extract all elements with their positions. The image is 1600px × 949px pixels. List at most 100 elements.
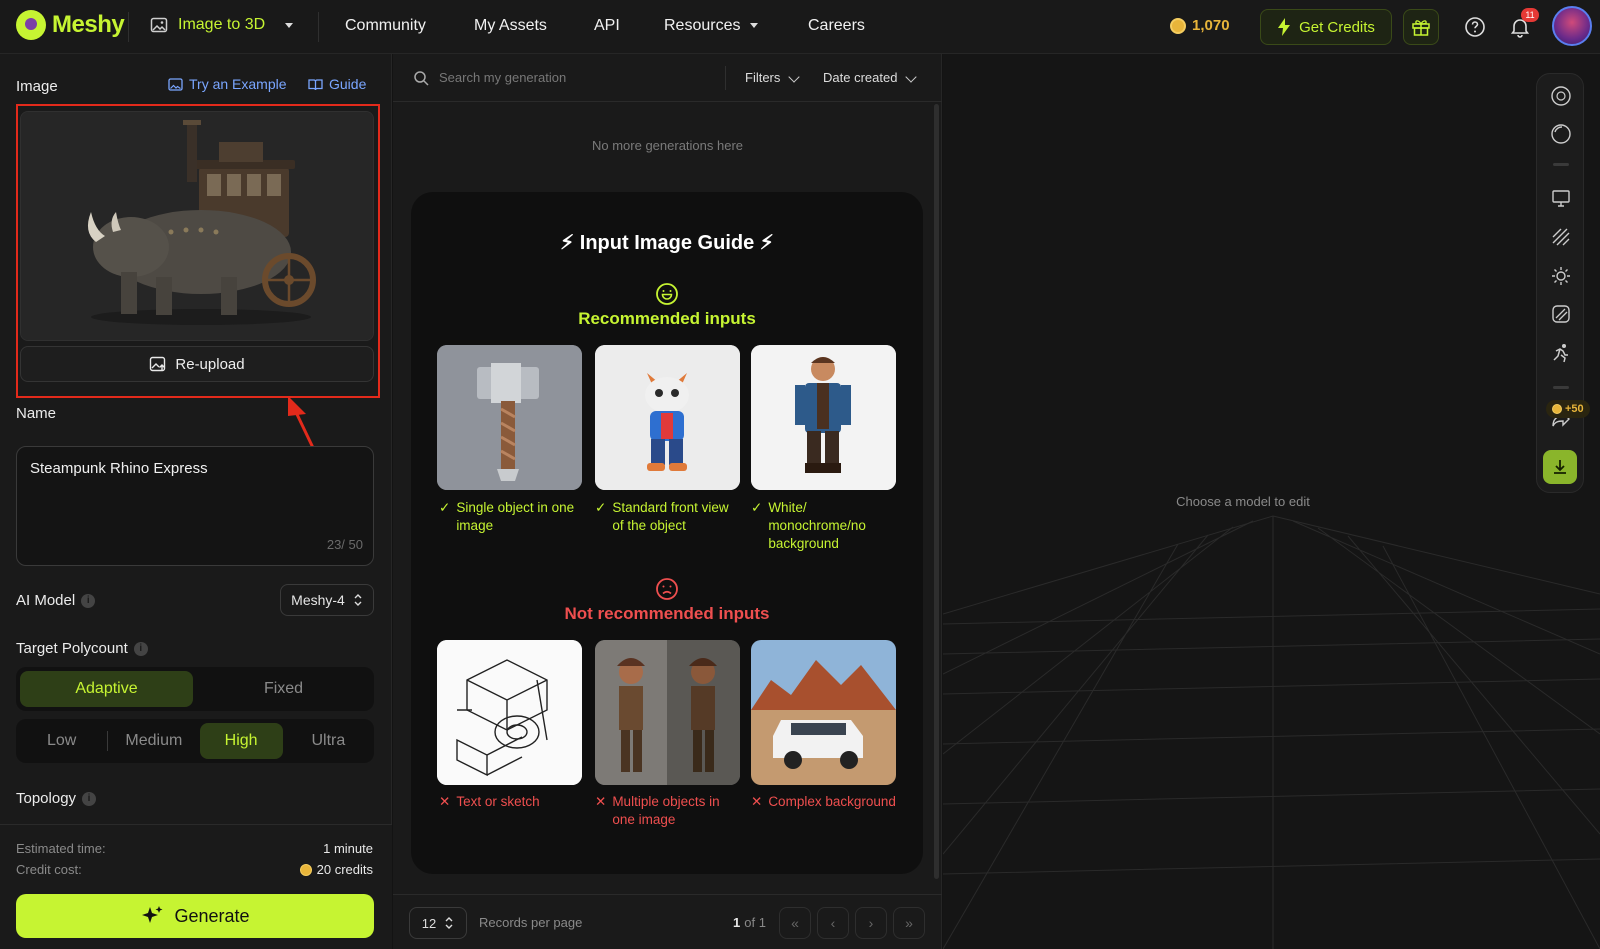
nav-my-assets[interactable]: My Assets (474, 17, 547, 35)
top-navigation-bar: Meshy Image to 3D Community My Assets AP… (0, 0, 1600, 54)
first-page-button[interactable]: « (779, 907, 811, 939)
material-button[interactable] (1549, 302, 1573, 326)
get-credits-button[interactable]: Get Credits (1260, 9, 1392, 45)
estimated-time-label: Estimated time: (16, 841, 106, 856)
brand-logo[interactable]: Meshy (16, 10, 125, 40)
not-recommended-caption-3: ✕ Complex background (751, 793, 896, 811)
nav-resources[interactable]: Resources (664, 17, 759, 35)
name-textarea[interactable]: Steampunk Rhino Express 23/ 50 (16, 446, 374, 566)
guide-title-text: Input Image Guide (579, 232, 755, 254)
example-cat-character-image (595, 345, 740, 490)
help-button[interactable] (1463, 15, 1487, 39)
last-page-button[interactable]: » (893, 907, 925, 939)
hammer-illustration (437, 345, 582, 490)
nav-divider (128, 12, 129, 42)
check-icon: ✓ (595, 500, 607, 515)
try-example-link[interactable]: Try an Example (168, 76, 287, 92)
book-icon (308, 78, 323, 90)
guide-link[interactable]: Guide (308, 76, 366, 92)
previous-page-button[interactable]: ‹ (817, 907, 849, 939)
sad-face-icon (656, 578, 678, 600)
multiple-figures-illustration (595, 640, 740, 785)
download-button[interactable] (1543, 450, 1577, 484)
polycount-ultra-option[interactable]: Ultra (287, 723, 370, 759)
segment-divider (107, 731, 109, 751)
recommended-caption-1: ✓ Single object in one image (439, 499, 584, 535)
nav-careers[interactable]: Careers (808, 17, 865, 35)
filters-dropdown[interactable]: Filters (745, 70, 801, 85)
monitor-icon (1552, 190, 1570, 207)
image-section-label: Image (16, 78, 58, 95)
sort-label: Date created (823, 70, 898, 85)
polycount-low-option[interactable]: Low (20, 723, 103, 759)
coin-icon (1552, 404, 1562, 414)
ai-model-value: Meshy-4 (291, 592, 345, 608)
not-recommended-caption-text: Multiple objects in one image (612, 794, 720, 827)
polycount-level-toggle: Low Medium High Ultra (16, 719, 374, 763)
scrollbar[interactable] (934, 104, 939, 879)
warrior-character-illustration (751, 345, 896, 490)
not-recommended-caption-text: Complex background (768, 794, 896, 809)
credit-cost-label: Credit cost: (16, 862, 82, 877)
lighting-button[interactable] (1549, 264, 1573, 288)
generate-label: Generate (174, 905, 250, 926)
sun-icon (1552, 267, 1570, 285)
lightning-icon: ⚡︎ (759, 232, 774, 254)
sphere-wireframe-icon (1551, 86, 1571, 106)
pattern-button[interactable] (1549, 225, 1573, 249)
chevron-right-icon: › (868, 915, 874, 931)
credit-balance[interactable]: 1,070 (1170, 17, 1230, 34)
chevron-updown-icon (445, 917, 453, 929)
next-page-button[interactable]: › (855, 907, 887, 939)
page-total: of 1 (744, 915, 766, 930)
download-icon (1554, 460, 1566, 474)
topology-label: Topology i (16, 790, 97, 807)
left-settings-panel: Image Try an Example Guide Re-upload Nam… (0, 54, 392, 949)
x-icon: ✕ (439, 794, 451, 809)
chevron-down-icon (788, 70, 801, 83)
generate-button[interactable]: Generate (16, 894, 374, 938)
car-desert-illustration (751, 640, 896, 785)
example-hammer-image (437, 345, 582, 490)
nav-api[interactable]: API (594, 17, 620, 35)
credit-cost: 20 credits (299, 862, 373, 877)
texture-view-button[interactable] (1549, 84, 1573, 108)
3d-viewport[interactable]: Choose a model to edit (943, 54, 1600, 949)
gift-icon (1412, 20, 1430, 36)
brand-name: Meshy (52, 11, 125, 38)
chevron-down-icon (285, 22, 294, 28)
not-recommended-caption-text: Text or sketch (456, 794, 540, 809)
search-divider (725, 66, 726, 90)
recommended-caption-3: ✓ White/ monochrome/no background (751, 499, 881, 553)
polycount-high-option[interactable]: High (199, 723, 283, 759)
search-input[interactable]: Search my generation (439, 70, 566, 85)
gift-button[interactable] (1403, 9, 1439, 45)
not-recommended-title: Not recommended inputs (564, 604, 770, 623)
check-icon: ✓ (751, 500, 763, 515)
shaded-view-button[interactable] (1549, 122, 1573, 146)
ai-model-select[interactable]: Meshy-4 (280, 584, 374, 616)
mode-label: Image to 3D (178, 16, 266, 33)
info-icon[interactable]: i (82, 792, 97, 807)
mode-selector[interactable]: Image to 3D (150, 16, 294, 34)
polycount-medium-option[interactable]: Medium (112, 723, 195, 759)
info-icon[interactable]: i (133, 642, 148, 657)
help-icon (1465, 17, 1485, 37)
user-avatar[interactable] (1552, 6, 1592, 46)
records-per-page-select[interactable]: 12 (409, 907, 467, 939)
filters-label: Filters (745, 70, 781, 85)
info-icon[interactable]: i (81, 594, 96, 609)
share-reward-value: +50 (1565, 403, 1584, 415)
polycount-fixed-option[interactable]: Fixed (197, 671, 370, 707)
logo-mark-icon (16, 10, 46, 40)
not-recommended-caption-1: ✕ Text or sketch (439, 793, 584, 811)
animate-button[interactable] (1549, 341, 1573, 365)
nav-community[interactable]: Community (345, 17, 426, 35)
display-button[interactable] (1549, 186, 1573, 210)
sphere-icon (1551, 124, 1571, 144)
search-icon (414, 71, 429, 86)
notification-badge: 11 (1521, 8, 1539, 22)
recommended-caption-text: White/ monochrome/no background (768, 500, 866, 551)
sort-dropdown[interactable]: Date created (823, 70, 918, 85)
polycount-adaptive-option[interactable]: Adaptive (20, 671, 193, 707)
